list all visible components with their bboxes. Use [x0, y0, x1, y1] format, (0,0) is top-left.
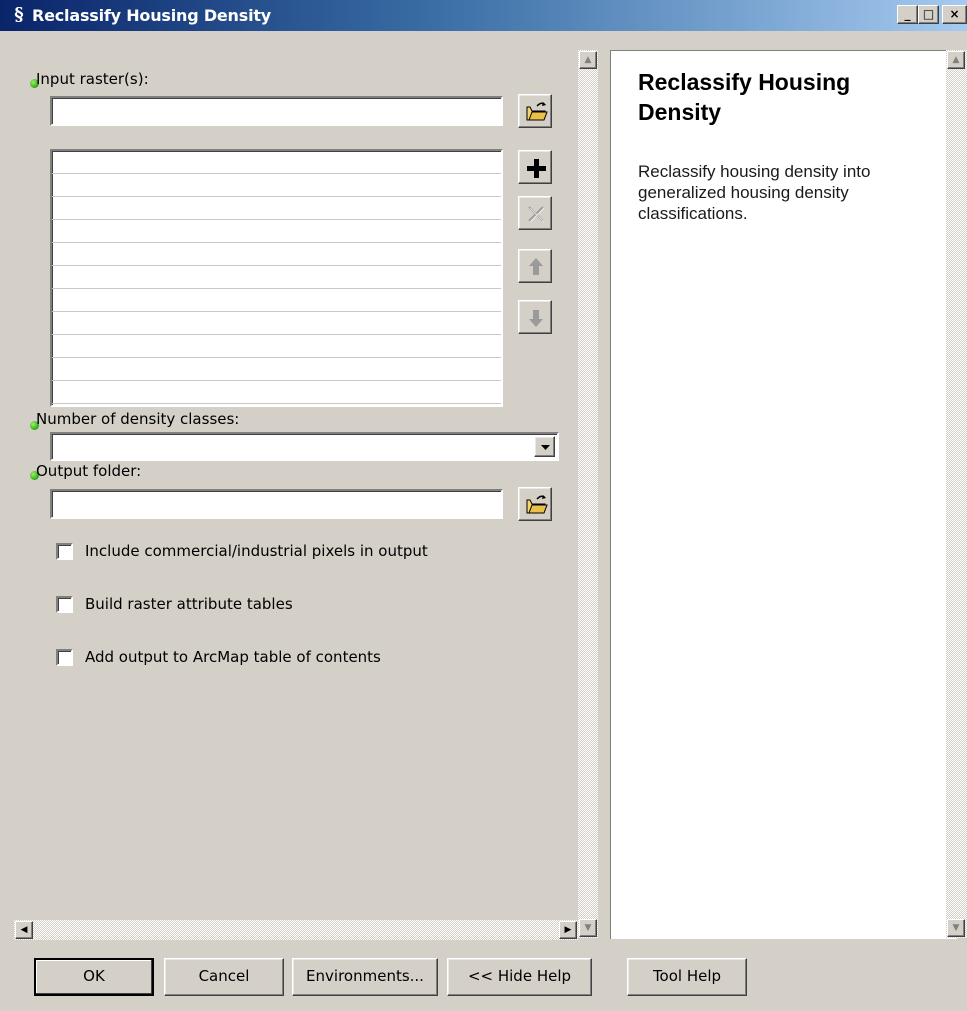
include-commercial-option[interactable]: Include commercial/industrial pixels in …	[56, 540, 428, 562]
help-panel-scrollbar[interactable]: ▲ ▼	[946, 50, 967, 938]
cancel-button[interactable]: Cancel	[164, 958, 284, 996]
list-item[interactable]	[52, 220, 501, 243]
build-attribute-tables-option[interactable]: Build raster attribute tables	[56, 593, 293, 615]
scroll-up-button[interactable]: ▲	[579, 51, 597, 69]
remove-row-button[interactable]	[518, 196, 552, 230]
browse-input-button[interactable]	[518, 94, 552, 128]
add-row-button[interactable]	[518, 150, 552, 184]
list-item[interactable]	[52, 335, 501, 358]
move-up-button[interactable]	[518, 249, 552, 283]
input-rasters-label: Input raster(s):	[36, 70, 149, 88]
help-scroll-up-button[interactable]: ▲	[947, 51, 965, 69]
scroll-down-button[interactable]: ▼	[579, 919, 597, 937]
list-item[interactable]	[52, 381, 501, 404]
window-title: Reclassify Housing Density	[32, 6, 272, 25]
close-button[interactable]: ×	[942, 5, 967, 24]
input-rasters-list[interactable]	[50, 149, 503, 407]
list-item[interactable]	[52, 151, 501, 174]
open-folder-icon	[526, 495, 548, 514]
title-bar[interactable]: § Reclassify Housing Density _ □ ×	[0, 0, 967, 31]
help-description: Reclassify housing density into generali…	[638, 162, 871, 223]
arrow-up-icon	[529, 258, 543, 275]
hide-help-button[interactable]: << Hide Help	[447, 958, 592, 996]
list-item[interactable]	[52, 197, 501, 220]
tool-help-button[interactable]: Tool Help	[627, 958, 747, 996]
input-rasters-field[interactable]	[50, 96, 503, 126]
help-scroll-down-button[interactable]: ▼	[947, 919, 965, 937]
include-commercial-checkbox[interactable]	[56, 542, 73, 560]
density-classes-dropdown[interactable]	[50, 432, 559, 461]
maximize-button[interactable]: □	[918, 5, 939, 24]
plus-icon	[527, 159, 546, 178]
add-to-toc-option[interactable]: Add output to ArcMap table of contents	[56, 646, 381, 668]
list-item[interactable]	[52, 174, 501, 197]
include-commercial-label: Include commercial/industrial pixels in …	[85, 542, 428, 560]
open-folder-icon	[526, 102, 548, 121]
environments-button[interactable]: Environments...	[292, 958, 438, 996]
add-to-toc-label: Add output to ArcMap table of contents	[85, 648, 381, 666]
minimize-button[interactable]: _	[897, 5, 918, 24]
build-attribute-tables-checkbox[interactable]	[56, 595, 73, 613]
output-folder-field[interactable]	[50, 489, 503, 519]
scroll-left-button[interactable]: ◀	[15, 921, 33, 939]
help-title: Reclassify Housing Density	[638, 69, 851, 125]
density-classes-label: Number of density classes:	[36, 410, 240, 428]
parameter-panel-vertical-scrollbar[interactable]: ▲ ▼	[578, 50, 598, 938]
browse-output-button[interactable]	[518, 487, 552, 521]
arrow-down-icon	[529, 310, 543, 327]
list-item[interactable]	[52, 312, 501, 335]
arcgis-tool-icon: §	[14, 4, 24, 25]
list-item[interactable]	[52, 243, 501, 266]
add-to-toc-checkbox[interactable]	[56, 648, 73, 666]
dropdown-button[interactable]	[534, 436, 555, 457]
list-item[interactable]	[52, 358, 501, 381]
list-item[interactable]	[52, 266, 501, 289]
move-down-button[interactable]	[518, 300, 552, 334]
parameter-panel-horizontal-scrollbar[interactable]: ◀ ▶	[14, 920, 578, 940]
scroll-right-button[interactable]: ▶	[559, 921, 577, 939]
help-panel: Reclassify Housing Density Reclassify ho…	[610, 50, 957, 939]
build-attribute-tables-label: Build raster attribute tables	[85, 595, 293, 613]
chevron-down-icon	[541, 445, 550, 450]
ok-button[interactable]: OK	[34, 958, 154, 996]
output-folder-label: Output folder:	[36, 462, 142, 480]
x-icon	[528, 206, 545, 223]
list-item[interactable]	[52, 289, 501, 312]
